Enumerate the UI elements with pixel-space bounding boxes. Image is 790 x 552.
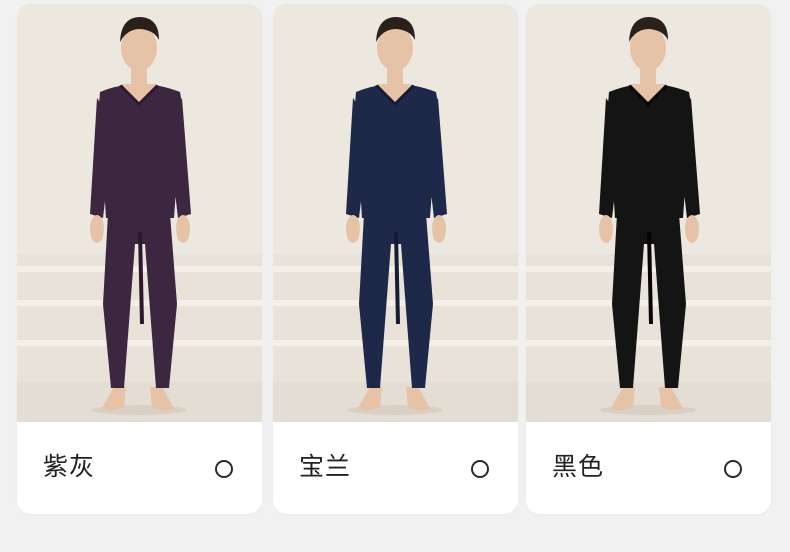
model-photo [17,4,262,422]
color-option-card[interactable]: 黑色 [526,4,771,514]
model-photo [273,4,518,422]
option-label-row[interactable]: 紫灰 [17,422,262,514]
color-options-grid: 紫灰 宝兰 黑色 [0,0,790,552]
radio-unselected-icon[interactable] [724,460,742,478]
model-figure [526,4,771,422]
option-label-row[interactable]: 宝兰 [273,422,518,514]
radio-unselected-icon[interactable] [471,460,489,478]
radio-unselected-icon[interactable] [215,460,233,478]
model-photo [526,4,771,422]
color-option-card[interactable]: 宝兰 [273,4,518,514]
color-name: 黑色 [552,452,605,481]
model-figure [17,4,262,422]
color-option-card[interactable]: 紫灰 [17,4,262,514]
color-name: 宝兰 [299,452,352,481]
color-name: 紫灰 [43,452,96,481]
model-figure [273,4,518,422]
option-label-row[interactable]: 黑色 [526,422,771,514]
